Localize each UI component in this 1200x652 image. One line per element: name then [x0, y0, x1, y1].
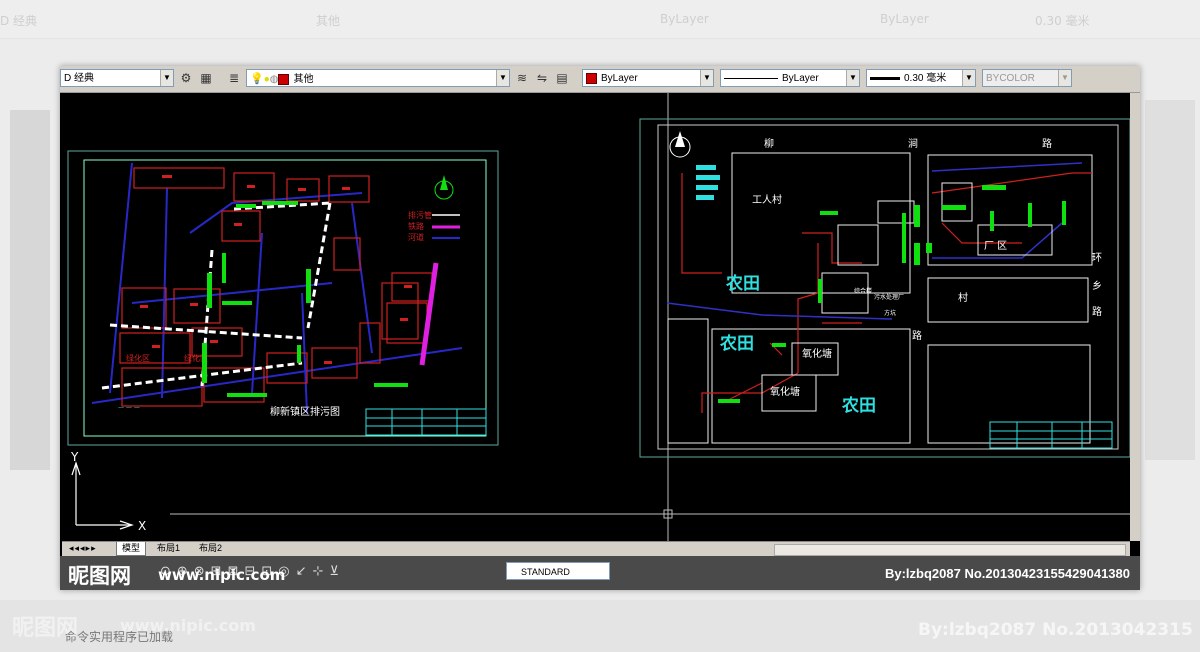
layer-select[interactable]: 💡●◍ 其他 ▼ [246, 69, 510, 87]
horizontal-scrollbar[interactable] [774, 544, 1126, 556]
layer-label: 其他 [293, 74, 314, 85]
svg-text:绿化区: 绿化区 [126, 353, 150, 363]
layer-state-icon[interactable]: ▤ [554, 70, 570, 86]
tab-nav-arrows[interactable]: ◂◂◂▸▸ [64, 542, 102, 555]
workspace-label: D 经典 [64, 73, 94, 84]
chevron-down-icon: ▼ [846, 70, 859, 86]
axis-x-label: X [138, 519, 146, 533]
tab-layout2[interactable]: 布局2 [194, 542, 227, 555]
linetype-label: ByLayer [782, 73, 819, 84]
ghost-layer: 其他 [316, 14, 341, 28]
workspace-select[interactable]: D 经典 ▼ [60, 69, 174, 87]
ghost-credit: By:lzbq2087 No.2013042315 [918, 620, 1193, 640]
axis-y-label: Y [70, 450, 79, 464]
make-current-icon[interactable]: ≋ [514, 70, 530, 86]
lock-icon: ◍ [269, 74, 279, 85]
ghost-toolbar [0, 0, 1200, 39]
color-label: ByLayer [601, 73, 638, 84]
road-right-3: 路 [1092, 305, 1102, 318]
field-label-2: 农田 [719, 333, 754, 354]
pond-label-2: 氧化塘 [770, 385, 800, 398]
drawing-svg: 绿化区 绿化区 排污管 铁路 河道 柳新镇区排污图 — — — 农田 农田 农田… [67, 93, 1130, 541]
left-drawing-title: 柳新镇区排污图 [270, 405, 340, 418]
layout-tabs: ◂◂◂▸▸ 模型 布局1 布局2 [62, 541, 1130, 556]
village-label: 工人村 [752, 193, 782, 206]
road-mid-1: 路 [912, 329, 922, 342]
chevron-down-icon: ▼ [962, 70, 975, 86]
pond-label-1: 氧化塘 [802, 347, 832, 360]
left-title-block [365, 408, 487, 436]
right-road-blue [666, 302, 893, 320]
drawing-canvas[interactable]: 绿化区 绿化区 排污管 铁路 河道 柳新镇区排污图 — — — 农田 农田 农田… [62, 93, 1130, 541]
ghost-workspace: D 经典 [0, 14, 38, 28]
cad-window: D 经典 ▼ ⚙ ▦ ≣ 💡●◍ 其他 ▼ ≋ ⇋ ▤ ByLayer ▼ ByLaye… [60, 66, 1140, 590]
road-top-3: 路 [1042, 137, 1052, 150]
chevron-down-icon: ▼ [496, 70, 509, 86]
linetype-select[interactable]: ByLayer ▼ [720, 69, 860, 87]
ghost-lineweight: 0.30 毫米 [1035, 14, 1090, 28]
right-legend-bars [696, 165, 720, 200]
legend-item-sewer: 排污管 [408, 210, 432, 220]
ghost-site: www.nipic.com [120, 616, 256, 635]
gear-icon[interactable]: ⚙ [178, 70, 194, 86]
field-label-1: 农田 [725, 273, 760, 294]
toolbar-icon[interactable]: ▦ [198, 70, 214, 86]
layer-manager-icon[interactable]: ≣ [226, 70, 242, 86]
misc-label-2: 污水处理厂 [874, 293, 904, 301]
bulb-icon: 💡 [250, 73, 264, 85]
text-style-select[interactable]: STANDARD [506, 562, 610, 580]
lineweight-label: 0.30 毫米 [904, 73, 947, 84]
tab-model[interactable]: 模型 [116, 542, 147, 556]
road-right-1: 环 [1092, 253, 1102, 264]
misc-label-3: 方坑 [884, 309, 896, 317]
left-legend: 排污管 铁路 河道 [408, 175, 460, 242]
chevron-down-icon: ▼ [1058, 70, 1071, 86]
field-label-3: 农田 [841, 395, 876, 416]
watermark-credit: By:lzbq2087 No.20130423155429041380 [884, 566, 1130, 581]
watermark-site: www.nipic.com [158, 566, 286, 584]
legend-item-river: 河道 [408, 232, 424, 242]
road-top-1: 柳 [764, 137, 774, 150]
ghost-color: ByLayer [660, 12, 709, 26]
factory-area-label: 厂 区 [984, 240, 1007, 252]
chevron-down-icon: ▼ [160, 70, 173, 86]
watermark-logo: 昵图网 [68, 564, 131, 588]
plotstyle-select[interactable]: BYCOLOR ▼ [982, 69, 1072, 87]
layer-previous-icon[interactable]: ⇋ [534, 70, 550, 86]
color-swatch [586, 72, 597, 84]
svg-text:— — —: — — — [118, 404, 140, 411]
plotstyle-label: BYCOLOR [986, 73, 1035, 84]
color-select[interactable]: ByLayer ▼ [582, 69, 714, 87]
ghost-linetype: ByLayer [880, 12, 929, 26]
right-title-block [989, 421, 1113, 449]
left-railway [419, 262, 439, 366]
layer-color-swatch [278, 73, 290, 85]
vertical-scrollbar[interactable] [1130, 93, 1140, 541]
road-top-2: 涧 [908, 137, 918, 150]
legend-item-railway: 铁路 [408, 221, 424, 231]
misc-label-1: 综合楼 [854, 287, 872, 295]
chevron-down-icon: ▼ [700, 70, 713, 86]
tab-layout1[interactable]: 布局1 [152, 542, 185, 555]
ucs-icon [71, 461, 134, 530]
road-right-2: 乡 [1092, 280, 1102, 292]
properties-toolbar: D 经典 ▼ ⚙ ▦ ≣ 💡●◍ 其他 ▼ ≋ ⇋ ▤ ByLayer ▼ ByLaye… [60, 66, 1140, 93]
village2-label: 村 [958, 291, 968, 304]
text-style-label: STANDARD [521, 567, 570, 577]
lineweight-select[interactable]: 0.30 毫米 ▼ [866, 69, 976, 87]
ghost-logo: 昵图网 [12, 616, 79, 641]
